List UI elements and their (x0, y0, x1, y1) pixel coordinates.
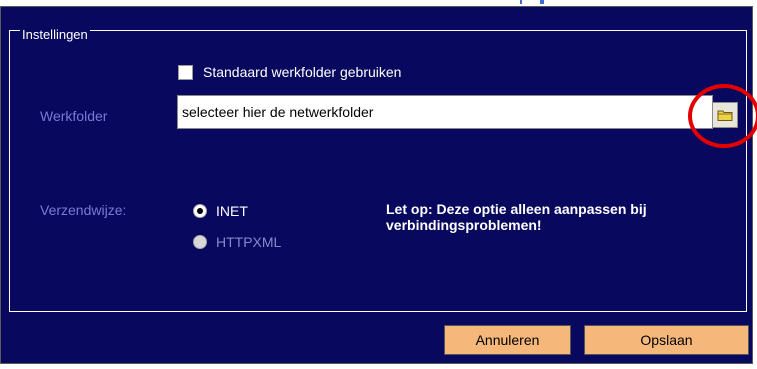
default-workfolder-checkbox[interactable] (178, 64, 193, 80)
save-button[interactable]: Opslaan (584, 325, 749, 355)
werkfolder-label: Werkfolder (40, 108, 108, 124)
default-workfolder-checkbox-label[interactable]: Standaard werkfolder gebruiken (203, 64, 401, 80)
browse-folder-button[interactable] (712, 102, 738, 128)
connection-warning-text: Let op: Deze optie alleen aanpassen bij … (386, 201, 647, 233)
radio-httpxml[interactable]: HTTPXML (193, 234, 281, 250)
radio-httpxml-button[interactable] (193, 235, 207, 249)
verzendwijze-label: Verzendwijze: (40, 202, 127, 218)
top-edge (0, 0, 757, 5)
top-edge-mark (520, 0, 522, 4)
werkfolder-input[interactable] (177, 95, 713, 129)
top-edge-mark (540, 0, 544, 4)
folder-icon (717, 110, 733, 121)
default-workfolder-checkbox-row[interactable]: Standaard werkfolder gebruiken (178, 64, 401, 80)
radio-inet[interactable]: INET (193, 203, 248, 219)
radio-inet-button[interactable] (193, 204, 207, 218)
radio-inet-label[interactable]: INET (216, 203, 248, 219)
cancel-button[interactable]: Annuleren (444, 325, 571, 355)
groupbox-title: Instellingen (20, 27, 90, 42)
radio-httpxml-label[interactable]: HTTPXML (216, 234, 281, 250)
